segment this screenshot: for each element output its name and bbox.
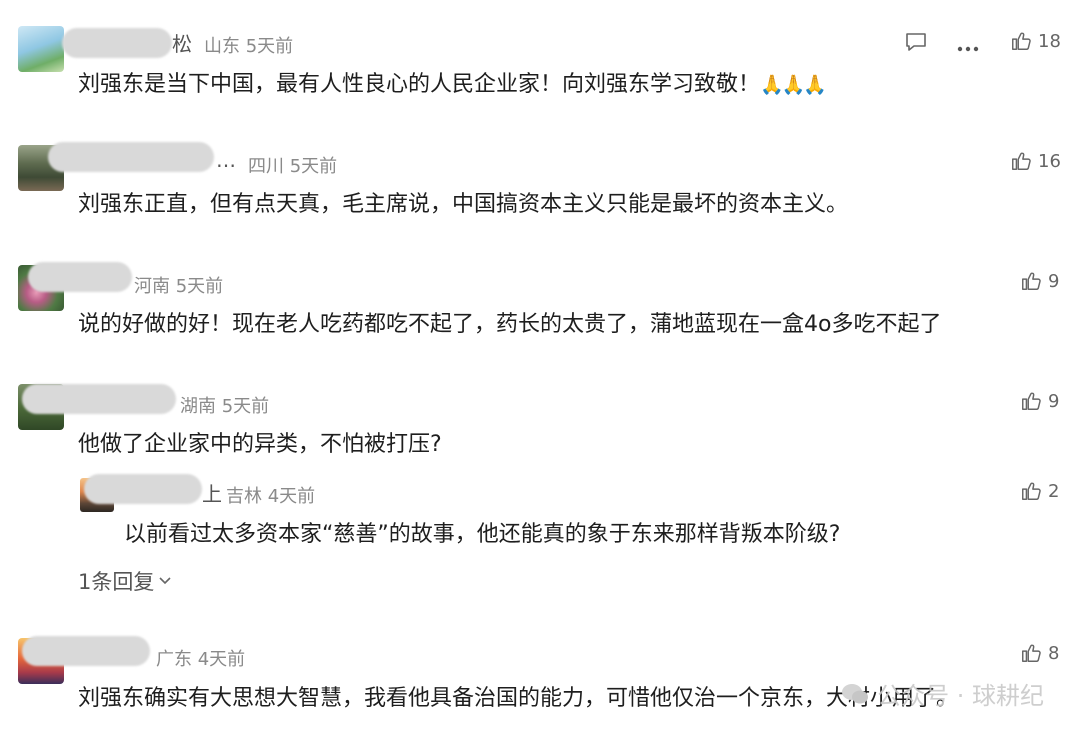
reply-text: 以前看过太多资本家“慈善”的故事，他还能真的象于东来那样背叛本阶级? <box>124 522 841 547</box>
comment-icon[interactable] <box>904 31 928 57</box>
location: 吉林 <box>226 486 262 507</box>
thumbs-up-icon <box>1010 150 1032 172</box>
watermark-text: 公众号 · 球耕纪 <box>877 682 1044 710</box>
timestamp: 5天前 <box>289 156 338 177</box>
comment-text: 说的好做的好！现在老人吃药都吃不起了，药长的太贵了，蒲地蓝现在一盒4o多吃不起了 <box>78 312 942 337</box>
like-button[interactable]: 2 <box>1020 480 1059 502</box>
thumbs-up-icon <box>1020 270 1042 292</box>
comment-meta: 湖南 5天前 <box>180 392 269 418</box>
like-count: 2 <box>1048 480 1060 502</box>
thumbs-up-icon <box>1020 390 1042 412</box>
watermark: 公众号 · 球耕纪 <box>841 676 1044 711</box>
username-fragment: 松 <box>172 32 192 56</box>
timestamp: 4天前 <box>267 486 316 507</box>
wechat-logo-icon <box>842 683 869 703</box>
timestamp: 4天前 <box>197 649 246 670</box>
username-redacted <box>22 636 150 666</box>
timestamp: 5天前 <box>221 396 270 417</box>
thumbs-up-icon <box>1020 480 1042 502</box>
like-button[interactable]: 9 <box>1020 270 1059 292</box>
comment-text: 他做了企业家中的异类，不怕被打压? <box>78 432 442 457</box>
location: 山东 <box>204 36 240 57</box>
comment-text: 刘强东确实有大思想大智慧，我看他具备治国的能力，可惜他仅治一个京东，大材小用了。 <box>78 686 959 711</box>
username-redacted <box>84 474 202 504</box>
username-redacted <box>48 142 214 172</box>
like-button[interactable]: 8 <box>1020 642 1059 664</box>
more-replies-label: 1条回复 <box>78 570 155 594</box>
comment-text: 刘强东是当下中国，最有人性良心的人民企业家！向刘强东学习致敬！🙏🙏🙏 <box>78 72 827 97</box>
chevron-down-icon <box>159 577 171 585</box>
username-redacted <box>28 262 132 292</box>
username-fragment: … <box>216 148 236 172</box>
username-redacted <box>22 384 176 414</box>
like-count: 18 <box>1038 30 1061 52</box>
comment-meta: 四川 5天前 <box>248 152 337 178</box>
username-redacted <box>62 28 172 58</box>
username-fragment: 上 <box>202 482 222 506</box>
avatar[interactable] <box>18 26 64 72</box>
timestamp: 5天前 <box>175 276 224 297</box>
like-count: 8 <box>1048 642 1060 664</box>
pray-emoji: 🙏🙏🙏 <box>760 74 827 96</box>
comment-meta: 广东 4天前 <box>156 645 245 671</box>
like-button[interactable]: 16 <box>1010 150 1061 172</box>
like-count: 16 <box>1038 150 1061 172</box>
like-button[interactable]: 9 <box>1020 390 1059 412</box>
location: 湖南 <box>180 396 216 417</box>
thumbs-up-icon <box>1020 642 1042 664</box>
more-icon[interactable] <box>956 38 980 57</box>
like-count: 9 <box>1048 390 1060 412</box>
more-replies-button[interactable]: 1条回复 <box>78 566 172 596</box>
location: 四川 <box>248 156 284 177</box>
location: 河南 <box>134 276 170 297</box>
location: 广东 <box>156 649 192 670</box>
comment-meta: 河南 5天前 <box>134 272 223 298</box>
timestamp: 5天前 <box>245 36 294 57</box>
comment-text: 刘强东正直，但有点天真，毛主席说，中国搞资本主义只能是最坏的资本主义。 <box>78 192 849 217</box>
comment-meta: 山东 5天前 <box>204 32 293 58</box>
like-count: 9 <box>1048 270 1060 292</box>
thumbs-up-icon <box>1010 30 1032 52</box>
like-button[interactable]: 18 <box>1010 30 1061 52</box>
comment-meta: 吉林 4天前 <box>226 482 315 508</box>
